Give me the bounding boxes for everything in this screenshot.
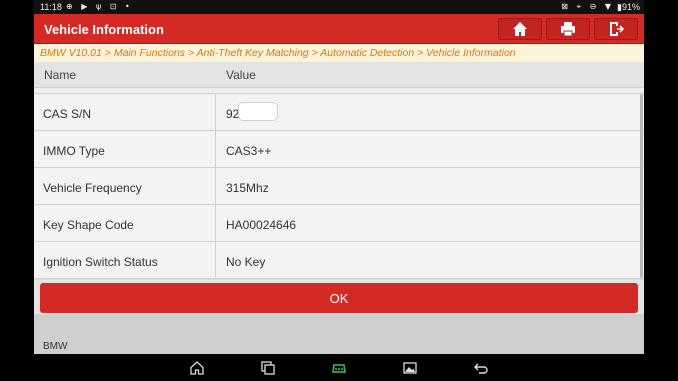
status-system-icons: ⊠ ⌖ ⊖ ▼ — [561, 2, 614, 11]
ok-button[interactable]: OK — [40, 283, 638, 313]
table-row: Ignition Switch Status No Key — [34, 242, 644, 279]
status-time: 11:18 — [40, 2, 62, 12]
row-value: HA00024646 — [226, 218, 297, 232]
nav-back-button[interactable] — [472, 359, 490, 377]
row-value: 92 — [216, 94, 644, 130]
image-icon — [403, 362, 417, 374]
row-value: 315Mhz — [226, 181, 269, 195]
recents-icon — [261, 361, 275, 375]
column-header-name: Name — [44, 68, 77, 82]
page-title: Vehicle Information — [44, 22, 164, 37]
home-button[interactable] — [498, 18, 542, 40]
ok-bar: OK — [34, 280, 644, 314]
row-name: Ignition Switch Status — [34, 242, 216, 278]
status-bar: 11:18 ⊕ ▶ ψ ⊡ • ⊠ ⌖ ⊖ ▼ ▮91% — [34, 0, 644, 14]
row-name: Key Shape Code — [34, 205, 216, 241]
nav-vci-button[interactable] — [330, 359, 348, 377]
row-value: No Key — [226, 255, 266, 269]
row-name: Vehicle Frequency — [34, 168, 216, 204]
home-outline-icon — [190, 361, 204, 375]
print-button[interactable] — [546, 18, 590, 40]
table-row: Vehicle Frequency 315Mhz — [34, 168, 644, 205]
home-icon — [513, 22, 527, 36]
exit-button[interactable] — [594, 18, 638, 40]
nav-screenshot-button[interactable] — [401, 359, 419, 377]
table-scrollbar[interactable] — [640, 94, 643, 278]
vehicle-connector-icon — [332, 364, 346, 373]
back-icon — [474, 363, 488, 374]
exit-icon — [610, 22, 624, 36]
table-row: CAS S/N 92 — [34, 94, 644, 131]
table-row: IMMO Type CAS3++ — [34, 131, 644, 168]
row-name: IMMO Type — [34, 131, 216, 167]
breadcrumb: BMW V10.01 > Main Functions > Anti-Theft… — [34, 44, 644, 62]
printer-icon — [561, 22, 575, 37]
footer-brand: BMW — [43, 341, 68, 352]
footer: BMW — [34, 314, 644, 354]
row-value: CAS3++ — [226, 144, 272, 158]
battery-level: ▮91% — [617, 2, 640, 12]
table-row: Key Shape Code HA00024646 — [34, 205, 644, 242]
nav-home-button[interactable] — [188, 359, 206, 377]
redaction-box — [238, 102, 278, 121]
row-name: CAS S/N — [34, 94, 216, 130]
vehicle-info-table: Name Value CAS S/N 92 IMMO Type CAS3++ V… — [34, 62, 644, 279]
title-bar: Vehicle Information — [34, 14, 644, 44]
status-notification-icons: ⊕ ▶ ψ ⊡ • — [66, 2, 133, 11]
table-header: Name Value — [34, 62, 644, 88]
column-header-value: Value — [226, 68, 256, 82]
app-screen: 11:18 ⊕ ▶ ψ ⊡ • ⊠ ⌖ ⊖ ▼ ▮91% Vehicle Inf… — [34, 0, 644, 381]
nav-recents-button[interactable] — [259, 359, 277, 377]
android-nav-bar — [34, 354, 644, 381]
